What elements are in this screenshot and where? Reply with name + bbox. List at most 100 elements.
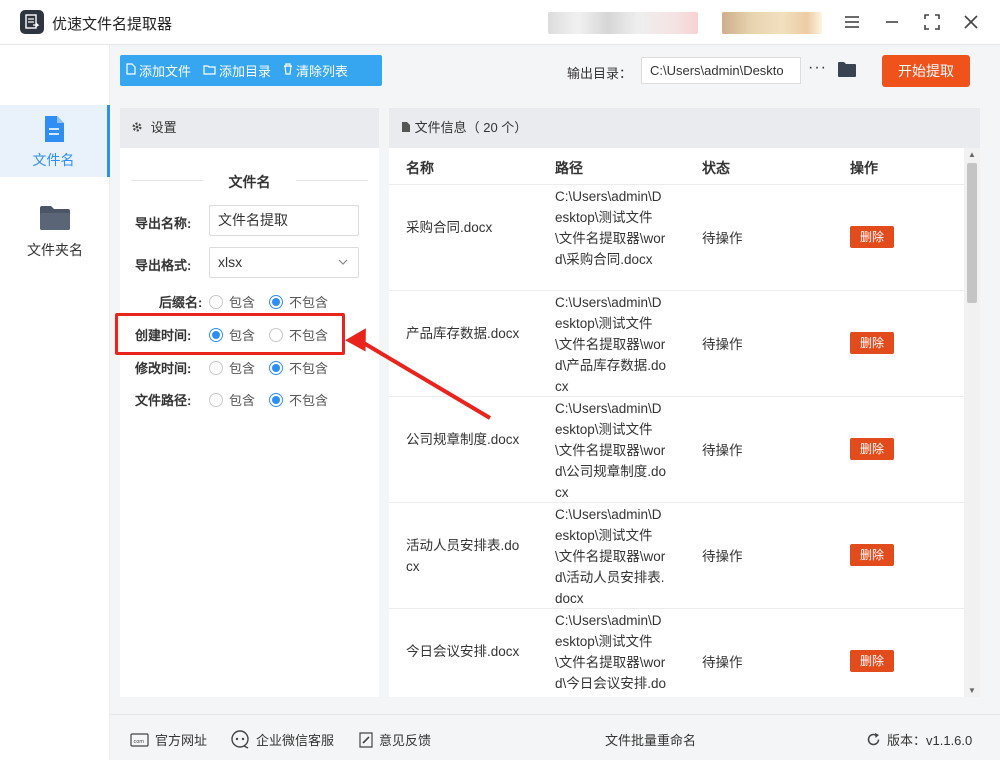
blurred-user-info: [548, 12, 698, 34]
file-status: 待操作: [702, 443, 743, 458]
file-status: 待操作: [702, 337, 743, 352]
file-status: 待操作: [702, 231, 743, 246]
file-add-icon: [126, 63, 136, 78]
radio-include[interactable]: [209, 392, 223, 407]
file-name: 公司规章制度.docx: [406, 432, 520, 447]
menu-icon[interactable]: [840, 10, 864, 34]
delete-button[interactable]: 删除: [850, 544, 894, 566]
trash-icon: [283, 63, 293, 78]
option-suffix: 包含 不包含: [209, 292, 342, 311]
table-header: 名称 路径 状态 操作: [389, 148, 964, 185]
export-format-select[interactable]: xlsx: [209, 247, 359, 278]
version-info[interactable]: 版本：v1.1.6.0: [866, 730, 972, 749]
refresh-icon: [866, 732, 881, 747]
chevron-down-icon: [338, 248, 348, 288]
radio-label: 不包含: [289, 295, 329, 310]
scroll-thumb[interactable]: [967, 163, 977, 303]
gear-icon: [131, 120, 147, 135]
left-nav: 文件名 文件夹名: [0, 45, 110, 760]
table-row[interactable]: 采购合同.docx C:\Users\admin\Desktop\测试文件\文件…: [389, 185, 964, 291]
file-path: C:\Users\admin\Desktop\测试文件\文件名提取器\word\…: [555, 507, 666, 606]
highlight-box: [115, 313, 345, 355]
main-area: 添加文件 添加目录 清除列表 输出目录： C:\Users\admin\Desk…: [110, 45, 1000, 715]
radio-label: 包含: [229, 361, 256, 376]
minimize-icon[interactable]: [880, 10, 904, 34]
nav-item-filename[interactable]: 文件名: [0, 105, 110, 177]
file-icon: [43, 115, 65, 146]
radio-include[interactable]: [209, 360, 223, 375]
folder-add-icon: [203, 64, 216, 78]
settings-title: 设置: [150, 120, 177, 135]
option-label-path: 文件路径:: [135, 393, 192, 408]
delete-button[interactable]: 删除: [850, 332, 894, 354]
radio-label: 包含: [229, 393, 256, 408]
file-path: C:\Users\admin\Desktop\测试文件\文件名提取器\word\…: [555, 401, 667, 500]
wechat-label: 企业微信客服: [256, 733, 335, 748]
feedback-link[interactable]: 意见反馈: [359, 730, 431, 749]
file-name: 采购合同.docx: [406, 220, 493, 235]
option-modified-time: 包含 不包含: [209, 358, 342, 377]
radio-exclude[interactable]: [269, 392, 284, 407]
file-info-title: 文件信息（ 20 个）: [414, 120, 528, 135]
add-dir-label: 添加目录: [219, 64, 272, 79]
close-icon[interactable]: [959, 10, 983, 34]
column-name: 名称: [406, 160, 434, 176]
version-label: 版本：v1.1.6.0: [887, 733, 973, 748]
radio-exclude[interactable]: [269, 360, 284, 375]
website-label: 官方网址: [155, 733, 208, 748]
column-path: 路径: [555, 160, 583, 176]
feedback-icon: [359, 731, 373, 748]
add-dir-button[interactable]: 添加目录: [197, 55, 277, 86]
radio-label: 不包含: [289, 361, 329, 376]
table-row[interactable]: 活动人员安排表.docx C:\Users\admin\Desktop\测试文件…: [389, 503, 964, 609]
start-extract-button[interactable]: 开始提取: [882, 55, 970, 87]
export-name-label: 导出名称:: [135, 216, 192, 231]
radio-exclude[interactable]: [269, 294, 284, 309]
app-logo-icon: [20, 10, 44, 34]
batch-rename-link[interactable]: 文件批量重命名: [605, 730, 696, 749]
title-bar: 优速文件名提取器: [0, 0, 1000, 45]
annotation-arrow-icon: [345, 328, 492, 420]
feedback-label: 意见反馈: [379, 733, 432, 748]
open-folder-icon[interactable]: [837, 61, 857, 81]
more-options-button[interactable]: ···: [808, 59, 827, 77]
settings-header: 设置: [120, 108, 379, 148]
table-row[interactable]: 今日会议安排.docx C:\Users\admin\Desktop\测试文件\…: [389, 609, 964, 697]
option-file-path: 包含 不包含: [209, 390, 342, 409]
radio-label: 包含: [229, 295, 256, 310]
maximize-icon[interactable]: [920, 10, 944, 34]
clear-list-button[interactable]: 清除列表: [277, 55, 354, 86]
wechat-service-link[interactable]: 企业微信客服: [231, 730, 334, 749]
delete-button[interactable]: 删除: [850, 226, 894, 248]
delete-button[interactable]: 删除: [850, 650, 894, 672]
output-dir-label: 输出目录：: [567, 66, 633, 81]
add-file-label: 添加文件: [139, 64, 192, 79]
blurred-avatar: [722, 12, 822, 34]
output-dir-input[interactable]: C:\Users\admin\Deskto: [641, 57, 801, 84]
folder-icon: [39, 205, 71, 234]
footer: com 官方网址 企业微信客服 意见反馈 文件批量重命名 版本：v1.1.6.0: [110, 714, 1000, 760]
file-name: 今日会议安排.docx: [406, 644, 520, 659]
wechat-icon: [231, 730, 250, 749]
scroll-up-icon[interactable]: ▲: [964, 150, 980, 159]
delete-button[interactable]: 删除: [850, 438, 894, 460]
option-label-suffix: 后缀名:: [159, 295, 203, 310]
table-body: 采购合同.docx C:\Users\admin\Desktop\测试文件\文件…: [389, 185, 964, 697]
export-format-value: xlsx: [218, 254, 243, 270]
column-action: 操作: [850, 160, 878, 176]
add-file-button[interactable]: 添加文件: [120, 55, 197, 86]
export-name-input[interactable]: 文件名提取: [209, 205, 359, 236]
clear-list-label: 清除列表: [296, 64, 349, 79]
nav-label: 文件名: [32, 152, 75, 168]
radio-include[interactable]: [209, 294, 223, 309]
scroll-down-icon[interactable]: ▼: [964, 686, 980, 695]
column-status: 状态: [702, 160, 730, 176]
nav-item-foldername[interactable]: 文件夹名: [0, 195, 110, 267]
export-format-label: 导出格式:: [135, 258, 192, 273]
website-icon: com: [130, 732, 149, 747]
vertical-scrollbar[interactable]: ▲ ▼: [964, 148, 980, 697]
website-link[interactable]: com 官方网址: [130, 730, 207, 749]
svg-text:com: com: [134, 739, 145, 745]
file-path: C:\Users\admin\Desktop\测试文件\文件名提取器\word\…: [555, 613, 667, 691]
toolbar: 添加文件 添加目录 清除列表: [120, 55, 382, 86]
